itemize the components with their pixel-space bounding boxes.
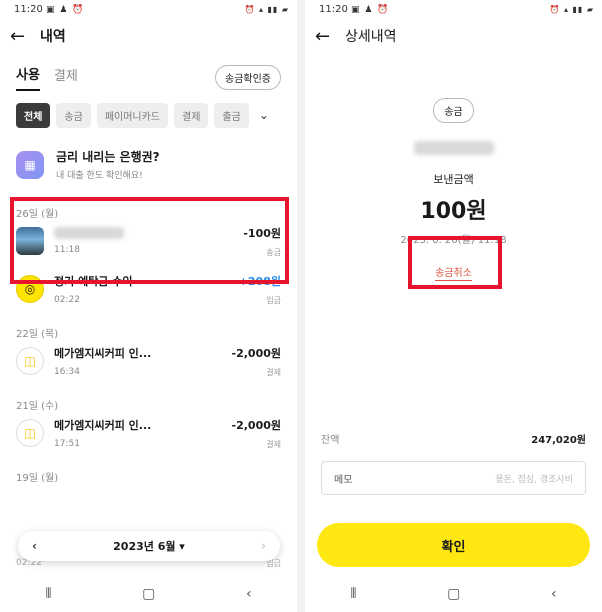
date-header: 21일 (수) (16, 401, 59, 412)
confirm-button[interactable]: 확인 (317, 523, 590, 567)
page-title: 내역 (40, 29, 66, 45)
promo-subtitle: 내 대출 한도 확인해요! (56, 171, 143, 181)
header: ← 내역 (0, 18, 297, 54)
memo-label: 메모 (334, 474, 353, 486)
item-time: 16:34 (54, 367, 80, 377)
memo-placeholder: 용돈, 점심, 경조사비 (495, 474, 573, 485)
item-amount: -2,000원 (231, 346, 281, 360)
highlight-box (10, 197, 289, 284)
transfer-confirm-button[interactable]: 송금확인증 (215, 64, 281, 90)
detail-screen: 11:20 ▣ ♟ ⏰ ⏰ ▴ ▮▮ ▰ ← 상세내역 송금 보낸금액 100원… (305, 0, 602, 612)
month-selector[interactable]: ‹ 2023년 6월 ▾ › (18, 531, 280, 561)
balance-value: 247,020원 (531, 435, 586, 446)
recent-apps-icon[interactable]: ⦀ (350, 586, 356, 602)
chevron-right-icon[interactable]: › (261, 539, 266, 553)
item-name: 메가엠지씨커피 인... (54, 419, 152, 432)
chip-withdraw[interactable]: 출금 (214, 102, 249, 128)
page-title: 상세내역 (345, 29, 397, 45)
highlight-box (408, 236, 502, 289)
item-time: 17:51 (54, 439, 80, 449)
chevron-down-icon[interactable]: ⌄ (259, 108, 269, 122)
item-type: 결제 (266, 439, 281, 449)
recent-apps-icon[interactable]: ⦀ (45, 586, 51, 602)
item-type: 입금 (266, 295, 281, 305)
chip-transfer[interactable]: 송금 (56, 102, 91, 128)
system-icons: ⏰ ▴ ▮▮ ▰ (549, 4, 594, 14)
item-name: 메가엠지씨커피 인... (54, 347, 152, 360)
item-time: 02:22 (54, 295, 80, 305)
item-type: 결제 (266, 367, 281, 377)
back-icon[interactable]: ‹ (246, 586, 252, 602)
home-icon[interactable]: ▢ (447, 586, 460, 602)
sent-amount: 100원 (420, 199, 487, 224)
memo-field[interactable]: 메모 용돈, 점심, 경조사비 (321, 461, 586, 495)
system-nav-bar: ⦀ ▢ ‹ (305, 576, 602, 612)
back-arrow-icon[interactable]: ← (10, 26, 36, 47)
system-icons: ⏰ ▴ ▮▮ ▰ (244, 4, 289, 14)
list-item[interactable]: ◫ 메가엠지씨커피 인... 17:51 -2,000원 결제 (0, 409, 297, 457)
item-amount: -2,000원 (231, 418, 281, 432)
date-header: 19일 (월) (16, 473, 59, 484)
status-bar: 11:20 ▣ ♟ ⏰ ⏰ ▴ ▮▮ ▰ (305, 0, 602, 18)
tabs-row: 사용 결제 송금확인증 (0, 54, 297, 92)
notification-icons: ▣ ♟ ⏰ (351, 4, 390, 15)
status-time: 11:20 (14, 3, 43, 15)
promo-banner[interactable]: ▦ 금리 내리는 은행권? 내 대출 한도 확인해요! (0, 128, 297, 193)
sent-amount-label: 보낸금액 (433, 173, 474, 186)
date-header: 22일 (목) (16, 329, 59, 340)
type-badge: 송금 (433, 98, 474, 123)
system-nav-bar: ⦀ ▢ ‹ (0, 576, 297, 612)
notification-icons: ▣ ♟ ⏰ (46, 4, 85, 15)
recipient-name-blurred (413, 141, 494, 155)
balance-row: 잔액 247,020원 (321, 431, 586, 446)
shopping-bag-icon: ◫ (16, 419, 44, 447)
back-arrow-icon[interactable]: ← (315, 26, 341, 47)
back-icon[interactable]: ‹ (551, 586, 557, 602)
tab-payment[interactable]: 결제 (54, 65, 78, 90)
promo-title: 금리 내리는 은행권? (56, 150, 160, 164)
chip-all[interactable]: 전체 (16, 102, 51, 128)
header: ← 상세내역 (305, 18, 602, 54)
history-screen: 11:20 ▣ ♟ ⏰ ⏰ ▴ ▮▮ ▰ ← 내역 사용 결제 송금확인증 전체… (0, 0, 297, 612)
balance-label: 잔액 (321, 435, 340, 446)
shopping-bag-icon: ◫ (16, 347, 44, 375)
chip-paymoney-card[interactable]: 페이머니카드 (96, 102, 169, 128)
status-time: 11:20 (319, 3, 348, 15)
chip-payment[interactable]: 결제 (174, 102, 209, 128)
tab-usage[interactable]: 사용 (16, 64, 40, 91)
filter-chips: 전체 송금 페이머니카드 결제 출금 ⌄ (0, 102, 297, 128)
status-bar: 11:20 ▣ ♟ ⏰ ⏰ ▴ ▮▮ ▰ (0, 0, 297, 18)
month-label[interactable]: 2023년 6월 ▾ (113, 538, 185, 554)
list-item[interactable]: ◫ 메가엠지씨커피 인... 16:34 -2,000원 결제 (0, 337, 297, 385)
home-icon[interactable]: ▢ (142, 586, 155, 602)
gift-icon: ▦ (16, 150, 44, 179)
chevron-left-icon[interactable]: ‹ (32, 539, 37, 553)
